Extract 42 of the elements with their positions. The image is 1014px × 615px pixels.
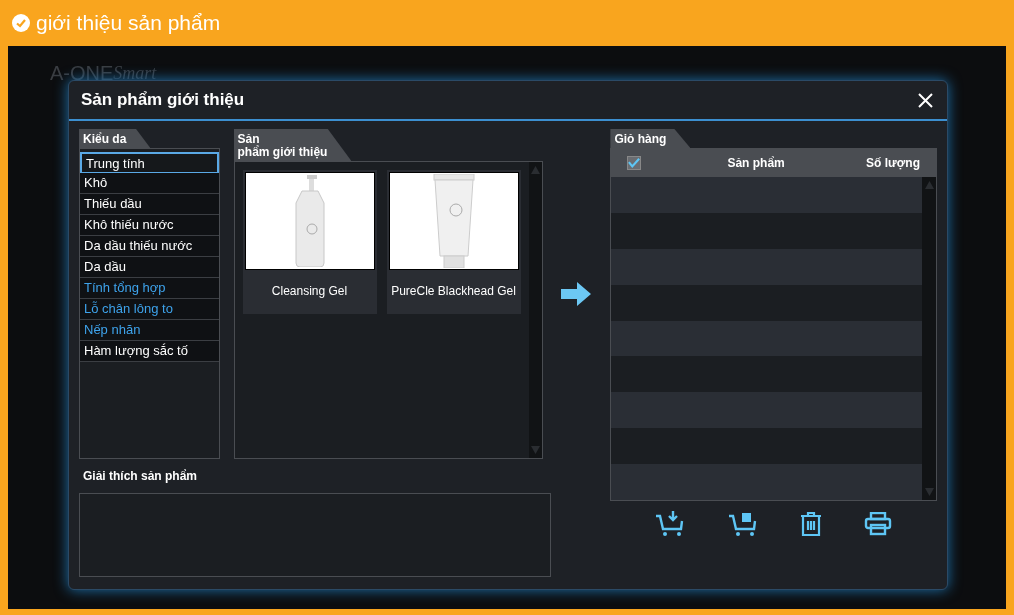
skin-type-item[interactable]: Thiếu dầu xyxy=(80,194,219,215)
scrollbar[interactable] xyxy=(528,162,542,458)
scroll-down-icon xyxy=(924,488,934,496)
select-all-checkbox[interactable] xyxy=(627,156,642,170)
scroll-up-icon xyxy=(530,166,540,174)
cart-title: Giỏ hàng xyxy=(610,129,691,148)
check-circle-icon xyxy=(12,14,30,32)
skin-type-item[interactable]: Khô thiếu nước xyxy=(80,215,219,236)
product-card[interactable]: Cleansing Gel xyxy=(242,170,377,314)
print-button[interactable] xyxy=(863,512,892,536)
product-name: PureCle Blackhead Gel xyxy=(390,283,517,300)
skin-type-item[interactable]: Nếp nhăn xyxy=(80,320,219,341)
trash-icon xyxy=(799,511,822,537)
delete-button[interactable] xyxy=(799,511,822,537)
explanation-title: Giải thích sản phẩm xyxy=(82,468,199,485)
scrollbar[interactable] xyxy=(922,177,936,500)
skin-type-item[interactable]: Lỗ chân lông to xyxy=(80,299,219,320)
list-title: Kiểu da xyxy=(79,129,151,148)
column-header: Sản phẩm xyxy=(727,155,785,172)
skin-type-item[interactable]: Trung tính xyxy=(80,152,219,173)
close-icon xyxy=(917,92,933,108)
close-button[interactable] xyxy=(915,90,935,110)
cart-box-icon xyxy=(727,511,758,537)
products-title: Sản phẩm giới thiệu xyxy=(233,129,352,161)
add-to-cart-button[interactable] xyxy=(655,511,686,537)
scroll-down-icon xyxy=(530,446,540,454)
cart-box-button[interactable] xyxy=(727,511,758,537)
skin-type-item[interactable]: Tính tổng hợp xyxy=(80,278,219,299)
column-header: Số lượng xyxy=(866,155,920,172)
banner-title: giới thiệu sản phẩm xyxy=(36,10,221,37)
dialog-title: Sản phẩm giới thiệu xyxy=(81,89,245,112)
product-name: Cleansing Gel xyxy=(270,283,349,300)
cart-download-icon xyxy=(655,511,686,537)
scroll-up-icon xyxy=(924,181,934,189)
check-icon xyxy=(628,157,641,169)
printer-icon xyxy=(863,512,892,536)
skin-type-item[interactable]: Khô xyxy=(80,173,219,194)
skin-type-item[interactable]: Da dầu thiếu nước xyxy=(80,236,219,257)
product-card[interactable]: PureCle Blackhead Gel xyxy=(386,170,521,314)
skin-type-item[interactable]: Da dầu xyxy=(80,257,219,278)
skin-type-item[interactable]: Hàm lượng sắc tố xyxy=(80,341,219,362)
arrow-right-icon xyxy=(561,282,592,306)
